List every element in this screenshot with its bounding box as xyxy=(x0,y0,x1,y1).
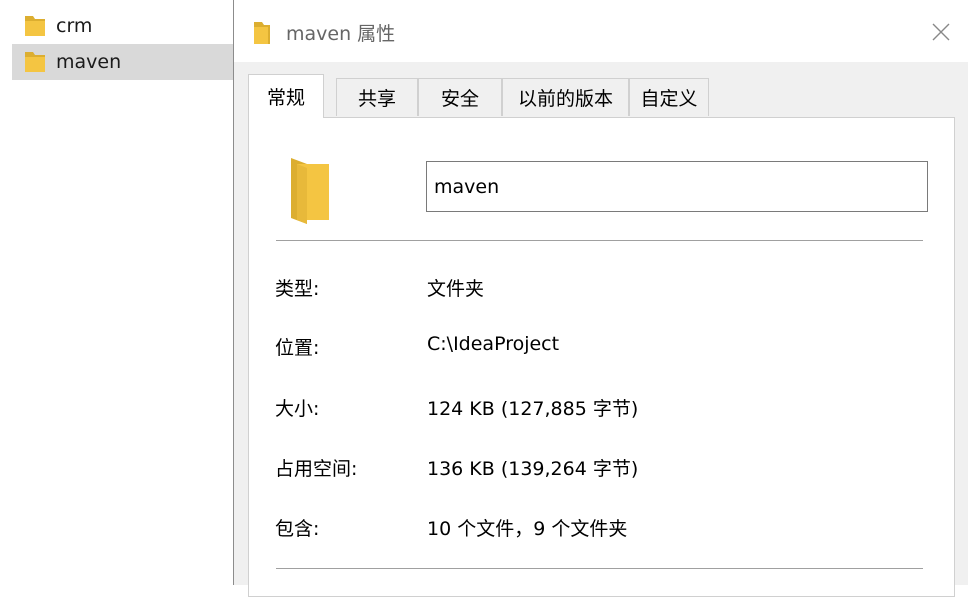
tab-label: 常规 xyxy=(266,87,305,109)
properties-dialog: maven 属性 常规 共享 安全 以前的版本 自定义 maven 类型: 文件… xyxy=(233,0,968,597)
folder-large-icon xyxy=(285,154,335,230)
tab-label: 自定义 xyxy=(640,88,698,110)
general-tab-panel: 类型: 文件夹 位置: C:\IdeaProject 大小: 124 KB (1… xyxy=(248,117,955,597)
folder-icon xyxy=(22,13,48,39)
prop-label-contains: 包含: xyxy=(275,518,320,540)
prop-value-contains: 10 个文件，9 个文件夹 xyxy=(427,518,628,540)
tab-security[interactable]: 安全 xyxy=(418,78,502,116)
dialog-titlebar[interactable]: maven 属性 xyxy=(234,0,968,62)
prop-value-type: 文件夹 xyxy=(427,278,485,300)
tab-previous-versions[interactable]: 以前的版本 xyxy=(502,78,629,116)
tab-general[interactable]: 常规 xyxy=(248,74,324,118)
prop-value-size-on-disk: 136 KB (139,264 字节) xyxy=(427,458,639,480)
prop-value-location: C:\IdeaProject xyxy=(427,333,560,355)
prop-value-size: 124 KB (127,885 字节) xyxy=(427,398,639,420)
prop-label-size-on-disk: 占用空间: xyxy=(275,458,358,480)
prop-label-location: 位置: xyxy=(275,337,320,359)
tab-label: 安全 xyxy=(440,88,479,110)
tab-label: 共享 xyxy=(357,88,396,110)
close-button[interactable] xyxy=(927,18,955,46)
close-icon xyxy=(932,23,950,41)
tab-label: 以前的版本 xyxy=(517,88,613,110)
tab-customize[interactable]: 自定义 xyxy=(629,78,709,116)
file-item-label: crm xyxy=(56,15,93,37)
folder-icon xyxy=(252,20,272,46)
tab-sharing[interactable]: 共享 xyxy=(336,78,418,116)
explorer-file-list: crm maven xyxy=(0,0,234,585)
divider xyxy=(276,568,923,569)
file-item-crm[interactable]: crm xyxy=(12,8,234,44)
folder-name-input[interactable] xyxy=(426,161,928,212)
file-item-label: maven xyxy=(56,51,122,73)
prop-label-type: 类型: xyxy=(275,278,320,300)
divider xyxy=(276,240,923,241)
file-item-maven[interactable]: maven xyxy=(12,44,234,80)
dialog-title: maven 属性 xyxy=(286,23,396,45)
folder-icon xyxy=(22,49,48,75)
prop-label-size: 大小: xyxy=(275,398,320,420)
